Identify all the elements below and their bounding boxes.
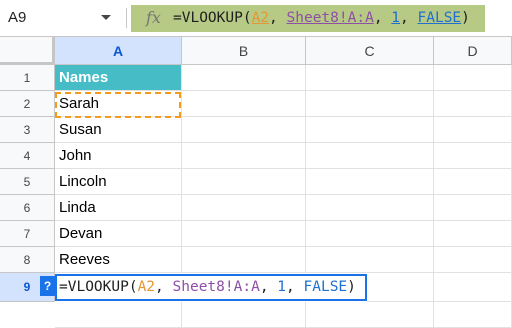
cell-c4[interactable] <box>306 143 434 169</box>
name-box[interactable]: A9 <box>8 0 26 36</box>
formula-close-paren: ) <box>461 10 470 26</box>
cell-a4[interactable]: John <box>55 143 182 169</box>
chevron-down-icon[interactable] <box>101 15 111 20</box>
formula-index: 1 <box>391 10 401 26</box>
cell-d9[interactable] <box>434 273 512 302</box>
editor-separator: , <box>155 279 173 295</box>
cell-b8[interactable] <box>182 247 306 273</box>
column-header-b[interactable]: B <box>182 37 306 65</box>
cell-b1[interactable] <box>182 65 306 91</box>
row-header-6[interactable]: 6 <box>0 195 55 221</box>
cell-b4[interactable] <box>182 143 306 169</box>
cell-d5[interactable] <box>434 169 512 195</box>
formula-bool: FALSE <box>417 10 462 26</box>
editor-separator: , <box>259 279 278 295</box>
row-header-3[interactable]: 3 <box>0 117 55 143</box>
editor-index: 1 <box>277 279 287 295</box>
cell-d6[interactable] <box>434 195 512 221</box>
cell-editor-a9[interactable]: =VLOOKUP(A2, Sheet8!A:A, 1, FALSE) <box>55 274 367 301</box>
cell-c10[interactable] <box>306 302 434 328</box>
formula-help-button[interactable]: ? <box>40 276 55 296</box>
cell-c3[interactable] <box>306 117 434 143</box>
row-header-7[interactable]: 7 <box>0 221 55 247</box>
editor-close-paren: ) <box>347 279 356 295</box>
row-header-4[interactable]: 4 <box>0 143 55 169</box>
formula-separator: , <box>373 10 392 26</box>
cell-d4[interactable] <box>434 143 512 169</box>
cell-c5[interactable] <box>306 169 434 195</box>
cell-c1[interactable] <box>306 65 434 91</box>
column-header-d[interactable]: D <box>434 37 512 65</box>
cell-b5[interactable] <box>182 169 306 195</box>
cell-b6[interactable] <box>182 195 306 221</box>
cell-d8[interactable] <box>434 247 512 273</box>
formula-separator: , <box>269 10 287 26</box>
select-all-corner[interactable] <box>0 37 55 65</box>
cell-a3[interactable]: Susan <box>55 117 182 143</box>
cell-c7[interactable] <box>306 221 434 247</box>
row-header-1[interactable]: 1 <box>0 65 55 91</box>
editor-bool: FALSE <box>303 279 348 295</box>
cell-a1-header[interactable]: Names <box>55 65 182 91</box>
formula-separator: , <box>400 10 418 26</box>
formula-bar-divider <box>126 8 127 28</box>
cell-b7[interactable] <box>182 221 306 247</box>
cell-a8[interactable]: Reeves <box>55 247 182 273</box>
cell-d1[interactable] <box>434 65 512 91</box>
cell-d10[interactable] <box>434 302 512 328</box>
cell-c2[interactable] <box>306 91 434 117</box>
row-header-8[interactable]: 8 <box>0 247 55 273</box>
cell-a7[interactable]: Devan <box>55 221 182 247</box>
cell-a5[interactable]: Lincoln <box>55 169 182 195</box>
spreadsheet-grid: A B C D 1 2 3 4 5 6 7 8 9 Names Sarah Su… <box>0 37 512 328</box>
fx-icon: fx <box>146 8 161 27</box>
row-header-5[interactable]: 5 <box>0 169 55 195</box>
formula-input[interactable]: =VLOOKUP(A2, Sheet8!A:A, 1, FALSE) <box>173 6 470 30</box>
formula-ref-range: Sheet8!A:A <box>286 10 374 26</box>
formula-bar: A9 fx =VLOOKUP(A2, Sheet8!A:A, 1, FALSE) <box>0 0 512 37</box>
editor-separator: , <box>286 279 304 295</box>
cell-b3[interactable] <box>182 117 306 143</box>
cell-a10[interactable] <box>55 302 182 328</box>
cell-c6[interactable] <box>306 195 434 221</box>
cell-d2[interactable] <box>434 91 512 117</box>
cell-c8[interactable] <box>306 247 434 273</box>
formula-ref-a2: A2 <box>251 10 270 26</box>
cell-c9[interactable] <box>367 273 434 302</box>
column-header-c[interactable]: C <box>306 37 434 65</box>
row-header-2[interactable]: 2 <box>0 91 55 117</box>
cell-a2[interactable]: Sarah <box>55 91 182 117</box>
editor-ref-range: Sheet8!A:A <box>172 279 260 295</box>
editor-function: =VLOOKUP( <box>59 279 138 295</box>
cell-d3[interactable] <box>434 117 512 143</box>
cell-b2[interactable] <box>182 91 306 117</box>
editor-ref-a2: A2 <box>137 279 156 295</box>
cell-d7[interactable] <box>434 221 512 247</box>
cell-a6[interactable]: Linda <box>55 195 182 221</box>
column-header-a[interactable]: A <box>55 37 182 65</box>
cell-b10[interactable] <box>182 302 306 328</box>
formula-function: =VLOOKUP( <box>173 10 252 26</box>
